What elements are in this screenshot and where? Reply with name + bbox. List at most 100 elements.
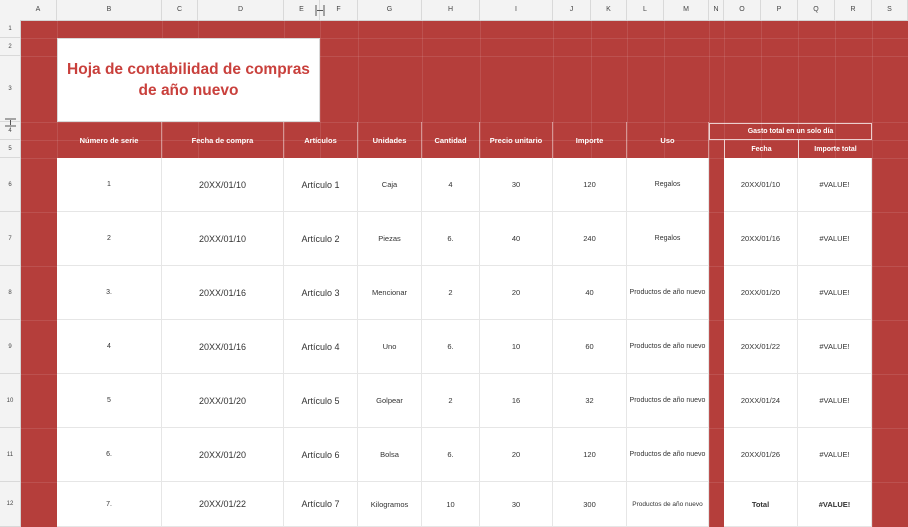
column-header-g[interactable]: G [358, 0, 422, 20]
daily-cell[interactable]: #VALUE! [798, 212, 872, 266]
table-cell[interactable]: 20XX/01/10 [162, 212, 284, 266]
table-cell[interactable]: Regalos [627, 212, 709, 266]
table-cell[interactable]: 300 [553, 482, 627, 527]
table-cell[interactable]: Piezas [358, 212, 422, 266]
table-cell[interactable]: 20XX/01/22 [162, 482, 284, 527]
row-header-5[interactable]: 5 [0, 140, 20, 158]
table-cell[interactable]: Uno [358, 320, 422, 374]
table-cell[interactable]: 32 [553, 374, 627, 428]
daily-cell[interactable]: 20XX/01/26 [724, 428, 798, 482]
column-header-d[interactable]: D [198, 0, 284, 20]
row-resize-icon[interactable] [5, 118, 16, 127]
table-cell[interactable]: 6. [57, 428, 162, 482]
daily-cell[interactable]: #VALUE! [798, 374, 872, 428]
table-cell[interactable]: Golpear [358, 374, 422, 428]
table-cell[interactable]: Caja [358, 158, 422, 212]
table-cell[interactable]: 4 [57, 320, 162, 374]
table-cell[interactable]: 20 [480, 428, 553, 482]
table-cell[interactable]: 30 [480, 158, 553, 212]
column-header-q[interactable]: Q [798, 0, 835, 20]
row-header-11[interactable]: 11 [0, 428, 20, 482]
table-cell[interactable]: 6. [422, 212, 480, 266]
table-cell[interactable]: Artículo 5 [284, 374, 358, 428]
column-header-b[interactable]: B [57, 0, 162, 20]
column-header-h[interactable]: H [422, 0, 480, 20]
column-header-f[interactable]: F [320, 0, 358, 20]
column-resize-icon[interactable] [315, 5, 325, 16]
column-header-i[interactable]: I [480, 0, 553, 20]
daily-total-title[interactable]: Gasto total en un solo día [709, 123, 872, 140]
table-cell[interactable]: 120 [553, 428, 627, 482]
column-header-c[interactable]: C [162, 0, 198, 20]
table-cell[interactable]: Productos de año nuevo [627, 428, 709, 482]
daily-cell[interactable]: Total [724, 482, 798, 527]
table-cell[interactable]: 6. [422, 428, 480, 482]
table-cell[interactable]: 20XX/01/10 [162, 158, 284, 212]
row-header-3[interactable]: 3 [0, 56, 20, 122]
table-cell[interactable]: 20XX/01/20 [162, 374, 284, 428]
row-header-7[interactable]: 7 [0, 212, 20, 266]
daily-cell[interactable]: 20XX/01/16 [724, 212, 798, 266]
table-cell[interactable]: 60 [553, 320, 627, 374]
table-cell[interactable]: 4 [422, 158, 480, 212]
table-cell[interactable]: Regalos [627, 158, 709, 212]
table-cell[interactable]: Artículo 7 [284, 482, 358, 527]
table-cell[interactable]: 40 [553, 266, 627, 320]
table-cell[interactable]: 5 [57, 374, 162, 428]
table-cell[interactable]: 20 [480, 266, 553, 320]
table-cell[interactable]: Bolsa [358, 428, 422, 482]
column-header-n[interactable]: N [709, 0, 724, 20]
table-cell[interactable]: Artículo 3 [284, 266, 358, 320]
column-header-j[interactable]: J [553, 0, 591, 20]
table-cell[interactable]: Productos de año nuevo [627, 320, 709, 374]
column-header-a[interactable]: A [20, 0, 57, 20]
daily-cell[interactable]: #VALUE! [798, 428, 872, 482]
daily-cell[interactable]: #VALUE! [798, 266, 872, 320]
daily-cell[interactable]: 20XX/01/24 [724, 374, 798, 428]
column-header-k[interactable]: K [591, 0, 627, 20]
daily-cell[interactable]: #VALUE! [798, 158, 872, 212]
sheet-title-box[interactable]: Hoja de contabilidad de compras de año n… [57, 38, 320, 122]
table-cell[interactable]: 30 [480, 482, 553, 527]
row-header-1[interactable]: 1 [0, 20, 20, 38]
column-header-s[interactable]: S [872, 0, 908, 20]
table-cell[interactable]: Artículo 1 [284, 158, 358, 212]
column-header-m[interactable]: M [664, 0, 709, 20]
daily-cell[interactable]: 20XX/01/10 [724, 158, 798, 212]
table-cell[interactable]: Mencionar [358, 266, 422, 320]
table-cell[interactable]: 10 [422, 482, 480, 527]
column-header-p[interactable]: P [761, 0, 798, 20]
table-cell[interactable]: 10 [480, 320, 553, 374]
table-cell[interactable]: 2 [57, 212, 162, 266]
column-header-o[interactable]: O [724, 0, 761, 20]
table-cell[interactable]: Productos de año nuevo [627, 266, 709, 320]
row-header-10[interactable]: 10 [0, 374, 20, 428]
table-cell[interactable]: 3. [57, 266, 162, 320]
table-cell[interactable]: Artículo 6 [284, 428, 358, 482]
daily-cell[interactable]: 20XX/01/22 [724, 320, 798, 374]
table-cell[interactable]: 120 [553, 158, 627, 212]
column-header-r[interactable]: R [835, 0, 872, 20]
column-header-l[interactable]: L [627, 0, 664, 20]
table-cell[interactable]: 7. [57, 482, 162, 527]
row-header-2[interactable]: 2 [0, 38, 20, 56]
table-cell[interactable]: 20XX/01/16 [162, 320, 284, 374]
table-cell[interactable]: 20XX/01/20 [162, 428, 284, 482]
table-cell[interactable]: 2 [422, 374, 480, 428]
table-cell[interactable]: 6. [422, 320, 480, 374]
table-cell[interactable]: 1 [57, 158, 162, 212]
table-cell[interactable]: 40 [480, 212, 553, 266]
row-header-8[interactable]: 8 [0, 266, 20, 320]
daily-cell[interactable]: #VALUE! [798, 482, 872, 527]
row-header-6[interactable]: 6 [0, 158, 20, 212]
table-cell[interactable]: Kilogramos [358, 482, 422, 527]
daily-cell[interactable]: 20XX/01/20 [724, 266, 798, 320]
row-header-9[interactable]: 9 [0, 320, 20, 374]
table-cell[interactable]: 16 [480, 374, 553, 428]
table-cell[interactable]: 2 [422, 266, 480, 320]
table-cell[interactable]: 20XX/01/16 [162, 266, 284, 320]
row-header-12[interactable]: 12 [0, 482, 20, 527]
daily-cell[interactable]: #VALUE! [798, 320, 872, 374]
table-cell[interactable]: 240 [553, 212, 627, 266]
table-cell[interactable]: Productos de año nuevo [627, 374, 709, 428]
